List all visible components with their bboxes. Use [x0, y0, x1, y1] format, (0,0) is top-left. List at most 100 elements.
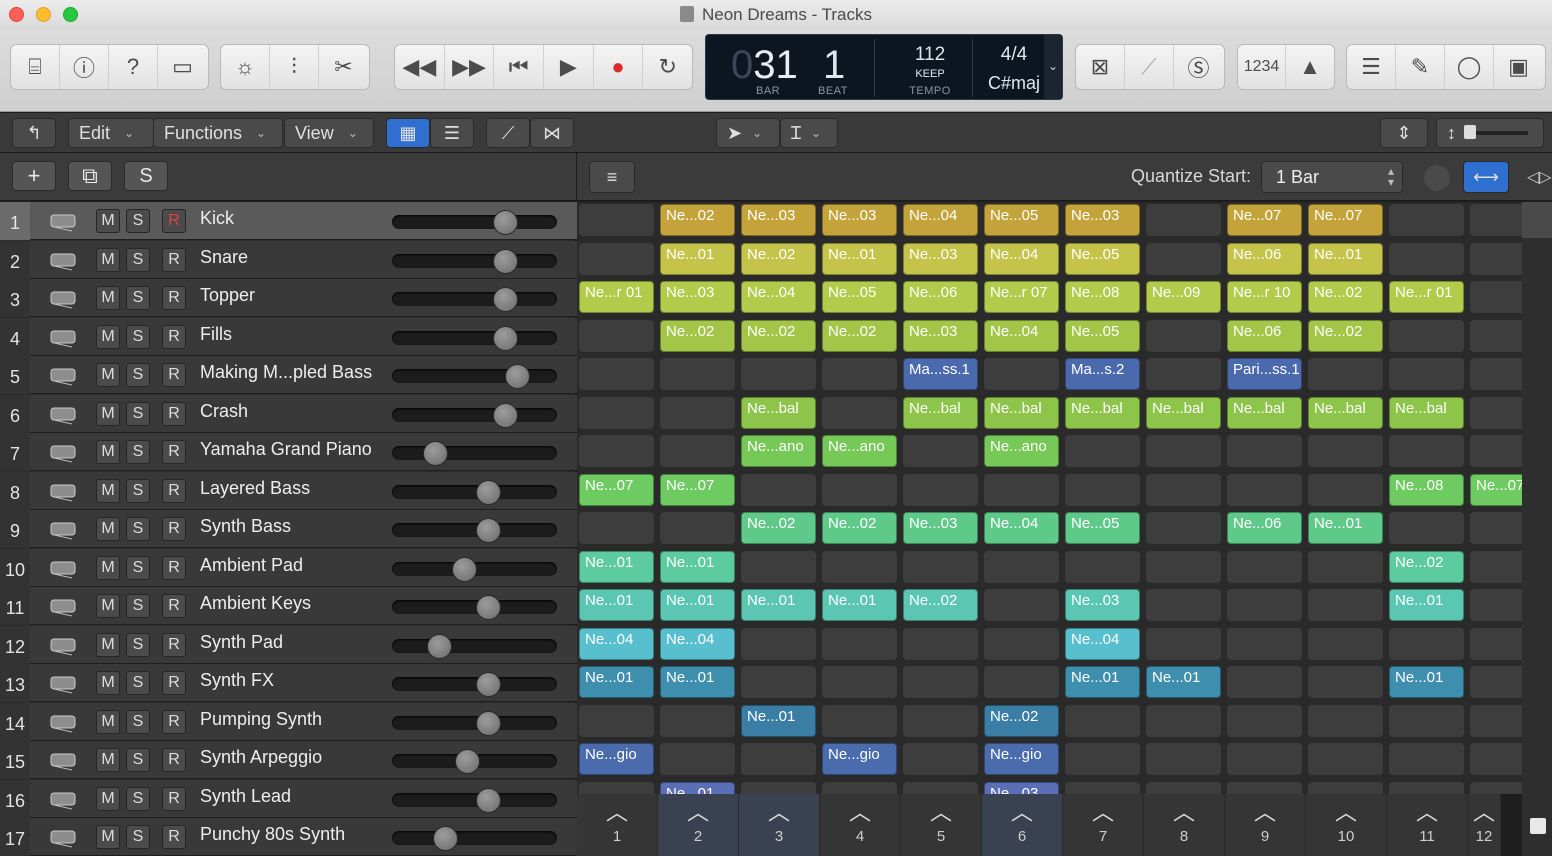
record-enable-button[interactable]: R [162, 786, 186, 811]
empty-cell[interactable] [822, 666, 897, 698]
live-loop-cell[interactable]: Ma...ss.1 [903, 358, 978, 390]
functions-menu[interactable]: Functions ⌄ [153, 118, 283, 148]
empty-cell[interactable] [1470, 781, 1522, 794]
volume-slider[interactable] [392, 749, 557, 774]
mute-button[interactable]: M [96, 440, 120, 464]
empty-cell[interactable] [903, 781, 978, 794]
solo-button[interactable]: S [126, 286, 150, 310]
volume-slider[interactable] [392, 248, 557, 274]
live-loop-cell[interactable]: Ne...01 [1065, 666, 1140, 698]
automation-button[interactable]: ⟋ [486, 118, 530, 148]
go-to-beginning-button[interactable]: ⏮ [494, 45, 545, 89]
live-loop-cell[interactable]: Ne...gio [822, 743, 897, 775]
volume-slider[interactable] [392, 479, 557, 505]
empty-cell[interactable] [1065, 473, 1140, 506]
empty-cell[interactable] [1389, 512, 1464, 544]
volume-slider[interactable] [392, 710, 557, 736]
empty-cell[interactable] [579, 242, 654, 275]
track-row[interactable]: 14 M S R Pumping Synth [0, 702, 577, 741]
live-loop-cell[interactable]: Ne...bal [741, 396, 816, 429]
track-row[interactable]: 16 M S R Synth Lead [0, 779, 577, 818]
vertical-zoom-button[interactable]: ⇕ [1380, 118, 1428, 148]
record-enable-button[interactable]: R [162, 517, 186, 541]
live-loop-cell[interactable]: Ne...03 [1065, 589, 1140, 621]
empty-cell[interactable] [1065, 743, 1140, 775]
volume-knob[interactable] [476, 787, 501, 813]
empty-cell[interactable] [1065, 435, 1140, 467]
editors-button[interactable]: ✂ [319, 45, 368, 89]
live-loop-cell[interactable]: Ne...02 [903, 589, 978, 621]
play-button[interactable]: ▶ [544, 45, 594, 89]
live-loop-cell[interactable]: Ne...01 [1389, 589, 1464, 621]
scene-trigger[interactable]: ︿ 7 [1063, 794, 1144, 856]
track-row[interactable]: 1 M S R Kick [0, 202, 577, 240]
expand-icon[interactable]: ◁▷ [1527, 167, 1552, 187]
track-row[interactable]: 15 M S R Synth Arpeggio [0, 741, 577, 779]
live-loop-cell[interactable]: Ne...02 [984, 704, 1059, 737]
track-row[interactable]: 9 M S R Synth Bass [0, 510, 577, 548]
lcd-display[interactable]: 031 1 BAR BEAT 112 KEEP TEMPO 4/4 C#maj … [705, 34, 1063, 100]
volume-slider[interactable] [392, 210, 557, 235]
live-loop-cell[interactable]: Ne...07 [1308, 204, 1383, 236]
empty-cell[interactable] [1065, 704, 1140, 737]
live-loop-cell[interactable]: Ne...06 [1227, 242, 1302, 275]
empty-cell[interactable] [1146, 204, 1221, 236]
track-row[interactable]: 3 M S R Topper [0, 279, 577, 317]
live-loop-cell[interactable]: Ne...08 [1065, 281, 1140, 313]
empty-cell[interactable] [579, 396, 654, 429]
live-loop-cell[interactable]: Ne...gio [984, 743, 1059, 775]
empty-cell[interactable] [984, 358, 1059, 390]
mute-button[interactable]: M [96, 786, 120, 811]
live-loop-cell[interactable]: Ne...02 [1308, 281, 1383, 313]
empty-cell[interactable] [1470, 319, 1522, 352]
solo-button[interactable]: S [126, 825, 150, 849]
empty-cell[interactable] [903, 704, 978, 737]
empty-cell[interactable] [1146, 550, 1221, 583]
live-loop-cell[interactable]: Ne...03 [1065, 204, 1140, 236]
empty-cell[interactable] [1146, 781, 1221, 794]
volume-slider[interactable] [392, 595, 557, 620]
record-enable-button[interactable]: R [162, 324, 186, 349]
split-view-button[interactable]: ⟷ [1463, 161, 1509, 193]
empty-cell[interactable] [1308, 589, 1383, 621]
live-loop-cell[interactable]: Ne...08 [1389, 473, 1464, 506]
solo-button[interactable]: S [126, 363, 150, 387]
empty-cell[interactable] [579, 435, 654, 467]
volume-knob[interactable] [476, 595, 501, 620]
live-loop-cell[interactable]: Ne...02 [660, 319, 735, 352]
live-loop-cell[interactable]: Ne...06 [1227, 319, 1302, 352]
volume-knob[interactable] [493, 210, 518, 235]
live-loop-cell[interactable]: Ne...01 [1389, 666, 1464, 698]
back-button[interactable]: ↰ [12, 118, 56, 148]
live-loop-cell[interactable]: Ne...01 [822, 589, 897, 621]
empty-cell[interactable] [1470, 435, 1522, 467]
empty-cell[interactable] [822, 473, 897, 506]
empty-cell[interactable] [1470, 550, 1522, 583]
live-loop-cell[interactable]: Ne...01 [1146, 666, 1221, 698]
empty-cell[interactable] [903, 550, 978, 583]
fast-forward-button[interactable]: ▶▶ [445, 45, 495, 89]
volume-knob[interactable] [493, 287, 518, 312]
text-tool-menu[interactable]: Ɪ ⌄ [780, 118, 838, 148]
live-loop-cell[interactable]: Ne...03 [741, 204, 816, 236]
empty-cell[interactable] [1146, 512, 1221, 544]
quantize-start-select[interactable]: 1 Bar ▴ ▾ [1261, 161, 1403, 193]
empty-cell[interactable] [1308, 627, 1383, 660]
empty-cell[interactable] [1389, 358, 1464, 390]
scene-trigger[interactable]: ︿ 3 [739, 794, 820, 856]
mute-button[interactable]: M [96, 594, 120, 618]
empty-cell[interactable] [1146, 358, 1221, 390]
tuner-button[interactable]: ⟋ [1125, 45, 1174, 89]
volume-knob[interactable] [452, 556, 477, 582]
solo-button[interactable]: S [126, 247, 150, 272]
live-loop-cell[interactable]: Ne...01 [660, 242, 735, 275]
empty-cell[interactable] [1146, 435, 1221, 467]
live-loop-cell[interactable]: Ne...01 [741, 704, 816, 737]
live-loop-cell[interactable]: Ne...04 [984, 319, 1059, 352]
live-loop-cell[interactable]: Ne...03 [903, 319, 978, 352]
live-loop-cell[interactable]: Ne...04 [903, 204, 978, 236]
mixer-button[interactable]: ⫶ [270, 45, 319, 89]
mute-button[interactable]: M [96, 401, 120, 426]
solo-button[interactable]: S [126, 478, 150, 503]
volume-slider[interactable] [392, 402, 557, 428]
